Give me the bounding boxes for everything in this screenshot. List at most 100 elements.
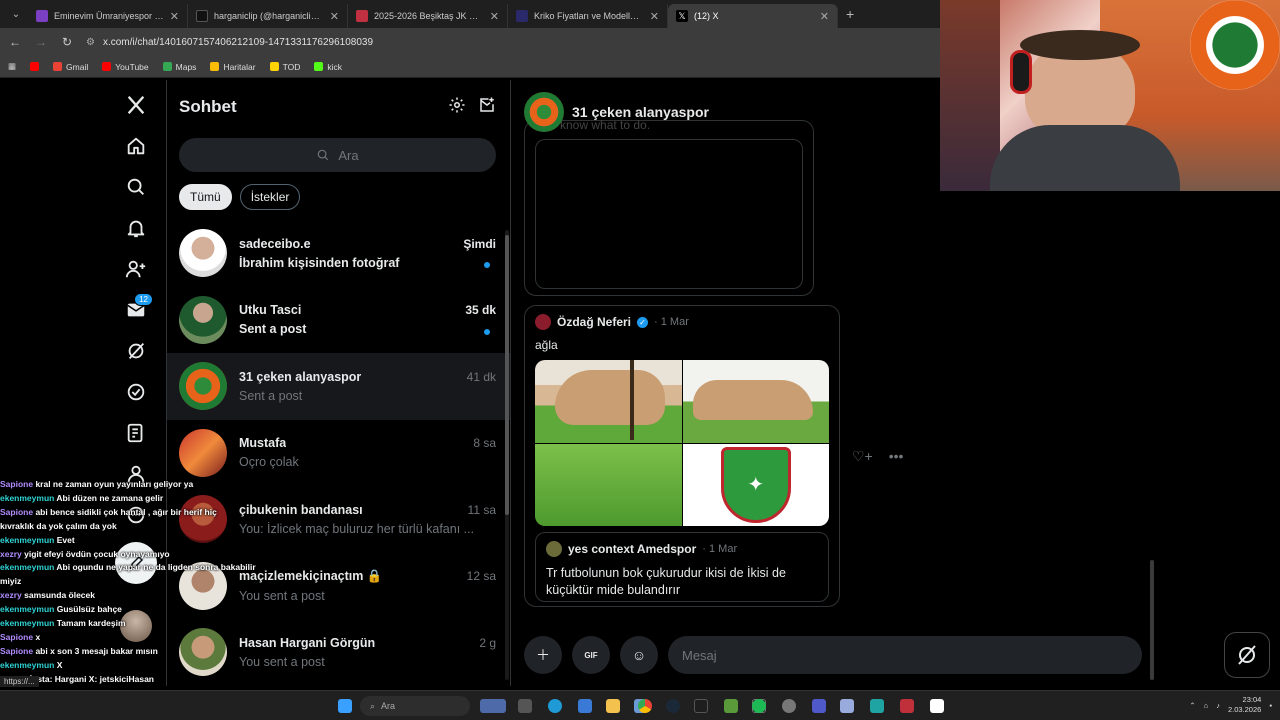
unread-indicator	[484, 328, 490, 335]
stream-chat-message: Tamam kardeşim	[56, 618, 126, 629]
bookmark-youtube[interactable]: YouTube	[102, 62, 149, 72]
new-tab-icon[interactable]: +	[846, 6, 854, 22]
edge-icon[interactable]	[548, 699, 562, 713]
quote-author: yes context Amedspor	[568, 542, 697, 556]
stream-chat-line: xezry yigit efeyi övdün çocuk oynayamıyo	[0, 548, 300, 562]
settings-gear-icon[interactable]	[782, 699, 796, 713]
store-icon[interactable]	[578, 699, 592, 713]
settings-gear-icon[interactable]	[448, 96, 466, 119]
conversation-item[interactable]: Utku Tasci 35 dk Sent a post	[167, 287, 510, 354]
stream-chat-line: ekenmeymun Abi düzen ne zamana gelir	[0, 492, 300, 506]
notifications-bell-icon[interactable]	[123, 215, 149, 241]
close-tab-icon[interactable]: ✕	[330, 10, 339, 23]
follow-people-icon[interactable]	[123, 256, 149, 282]
gif-button[interactable]: GIF	[572, 636, 610, 674]
verified-badge-icon: ✓	[637, 316, 649, 328]
x-logo-icon[interactable]	[123, 92, 149, 118]
tab-search-icon[interactable]: ⌄	[4, 4, 28, 24]
forward-icon[interactable]: →	[34, 35, 48, 49]
bookmark-kick[interactable]: kick	[314, 62, 342, 72]
back-icon[interactable]: ←	[8, 35, 22, 49]
volume-icon[interactable]: ♪	[1216, 701, 1220, 710]
gmail-icon	[53, 62, 63, 71]
notifications-icon[interactable]: ▪	[1269, 701, 1272, 710]
grok-icon[interactable]	[1224, 632, 1270, 678]
tab-title: (12) X	[694, 11, 719, 21]
amed-sk-logo: ✦	[682, 443, 829, 526]
bookmark-maps[interactable]: Maps	[162, 62, 196, 72]
network-icon[interactable]: ⌂	[1204, 701, 1209, 710]
browser-tab-active[interactable]: 𝕏 (12) X ✕	[668, 4, 838, 28]
app-icon[interactable]	[900, 699, 914, 713]
lists-icon[interactable]	[123, 420, 149, 446]
kick-icon	[314, 62, 324, 71]
shared-post-card[interactable]: Özdağ Neferi ✓ · 1 Mar ağla ✦ yes contex…	[524, 305, 840, 607]
browser-tab[interactable]: Kriko Fiyatları ve Modelleri | Tre ✕	[508, 4, 668, 28]
stream-chat-line: Sapione abi bence sidikli çok hantal , a…	[0, 506, 300, 520]
apps-grid-icon[interactable]: ▦	[8, 61, 16, 72]
chrome-icon[interactable]	[638, 699, 652, 713]
browser-tab[interactable]: Eminevim Ümraniyespor - Band ✕	[28, 4, 188, 28]
message-actions: ♡+ •••	[852, 448, 903, 465]
react-icon[interactable]: ♡+	[852, 448, 873, 465]
conversation-item[interactable]: Mustafa 8 sa Oçro çolak	[167, 420, 510, 487]
close-tab-icon[interactable]: ✕	[170, 10, 179, 23]
close-tab-icon[interactable]: ✕	[820, 10, 829, 23]
taskbar-search[interactable]: ⌕ Ara	[360, 696, 470, 716]
add-attachment-button[interactable]: ＋	[524, 636, 562, 674]
minecraft-icon[interactable]	[724, 699, 738, 713]
grok-icon[interactable]	[123, 338, 149, 364]
stream-chat-username: Sapione	[0, 479, 34, 489]
file-explorer-icon[interactable]	[606, 699, 620, 713]
conversation-header[interactable]: 31 çeken alanyaspor	[524, 92, 709, 132]
teams-icon[interactable]	[812, 699, 826, 713]
conversation-item[interactable]: sadeceibo.e Şimdi İbrahim kişisinden foto…	[167, 220, 510, 287]
stream-chat-message: miyiz	[0, 576, 22, 587]
bookmark-gmail[interactable]: Gmail	[53, 62, 88, 72]
browser-tab-strip: ⌄ Eminevim Ümraniyespor - Band ✕ hargani…	[0, 0, 940, 28]
chat-list-scroll-thumb[interactable]	[505, 235, 509, 515]
conversation-item-selected[interactable]: 31 çeken alanyaspor 41 dk Sent a post	[167, 353, 510, 420]
message-input[interactable]: Mesaj	[668, 636, 1142, 674]
spotify-icon[interactable]	[752, 699, 766, 713]
url-field[interactable]: ⚙ x.com/i/chat/1401607157406212109-14713…	[86, 37, 373, 48]
filter-requests[interactable]: İstekler	[239, 184, 301, 210]
browser-tab[interactable]: 2025-2026 Beşiktaş JK Maaşları ✕	[348, 4, 508, 28]
quoted-post[interactable]: yes context Amedspor · 1 Mar Tr futbolun…	[535, 532, 829, 602]
notepad-icon[interactable]	[840, 699, 854, 713]
reload-icon[interactable]: ↻	[60, 35, 74, 49]
new-message-icon[interactable]	[478, 96, 496, 119]
filter-all[interactable]: Tümü	[179, 184, 232, 210]
tray-expand-icon[interactable]: ⌃	[1189, 701, 1195, 710]
messages-icon[interactable]: 12	[123, 293, 153, 323]
bookmark-haritalar[interactable]: Haritalar	[210, 62, 256, 72]
browser-tab[interactable]: harganiclip (@harganiclip) | Tik ✕	[188, 4, 348, 28]
windows-start-icon[interactable]	[338, 699, 352, 713]
verified-check-icon[interactable]	[123, 379, 149, 405]
app-icon[interactable]	[930, 699, 944, 713]
stream-chat-username: ekenmeymun	[0, 534, 55, 545]
close-tab-icon[interactable]: ✕	[490, 10, 499, 23]
shared-post-card[interactable]	[524, 120, 814, 296]
site-info-icon[interactable]: ⚙	[86, 37, 95, 48]
close-tab-icon[interactable]: ✕	[650, 10, 659, 23]
post-media[interactable]	[535, 139, 803, 289]
clock[interactable]: 23:04 2.03.2026	[1228, 695, 1261, 715]
steam-icon[interactable]	[666, 699, 680, 713]
more-options-icon[interactable]: •••	[889, 448, 904, 465]
emoji-icon[interactable]: ☺	[620, 636, 658, 674]
avatar	[179, 428, 227, 477]
task-view-icon[interactable]	[518, 699, 532, 713]
search-icon[interactable]	[123, 174, 149, 200]
home-icon[interactable]	[123, 133, 149, 159]
url-text: x.com/i/chat/1401607157406212109-1471331…	[102, 36, 374, 48]
stream-chat-message: X	[56, 659, 63, 670]
bookmark-youtube-icon[interactable]	[30, 62, 40, 71]
widgets-icon[interactable]	[480, 699, 506, 713]
app-icon[interactable]	[694, 699, 708, 713]
chat-search-input[interactable]: Ara	[179, 138, 496, 172]
page-scrollbar[interactable]	[1150, 560, 1154, 680]
bookmark-tod[interactable]: TOD	[269, 62, 300, 72]
app-icon[interactable]	[870, 699, 884, 713]
post-image-grid[interactable]: ✦	[535, 360, 829, 526]
